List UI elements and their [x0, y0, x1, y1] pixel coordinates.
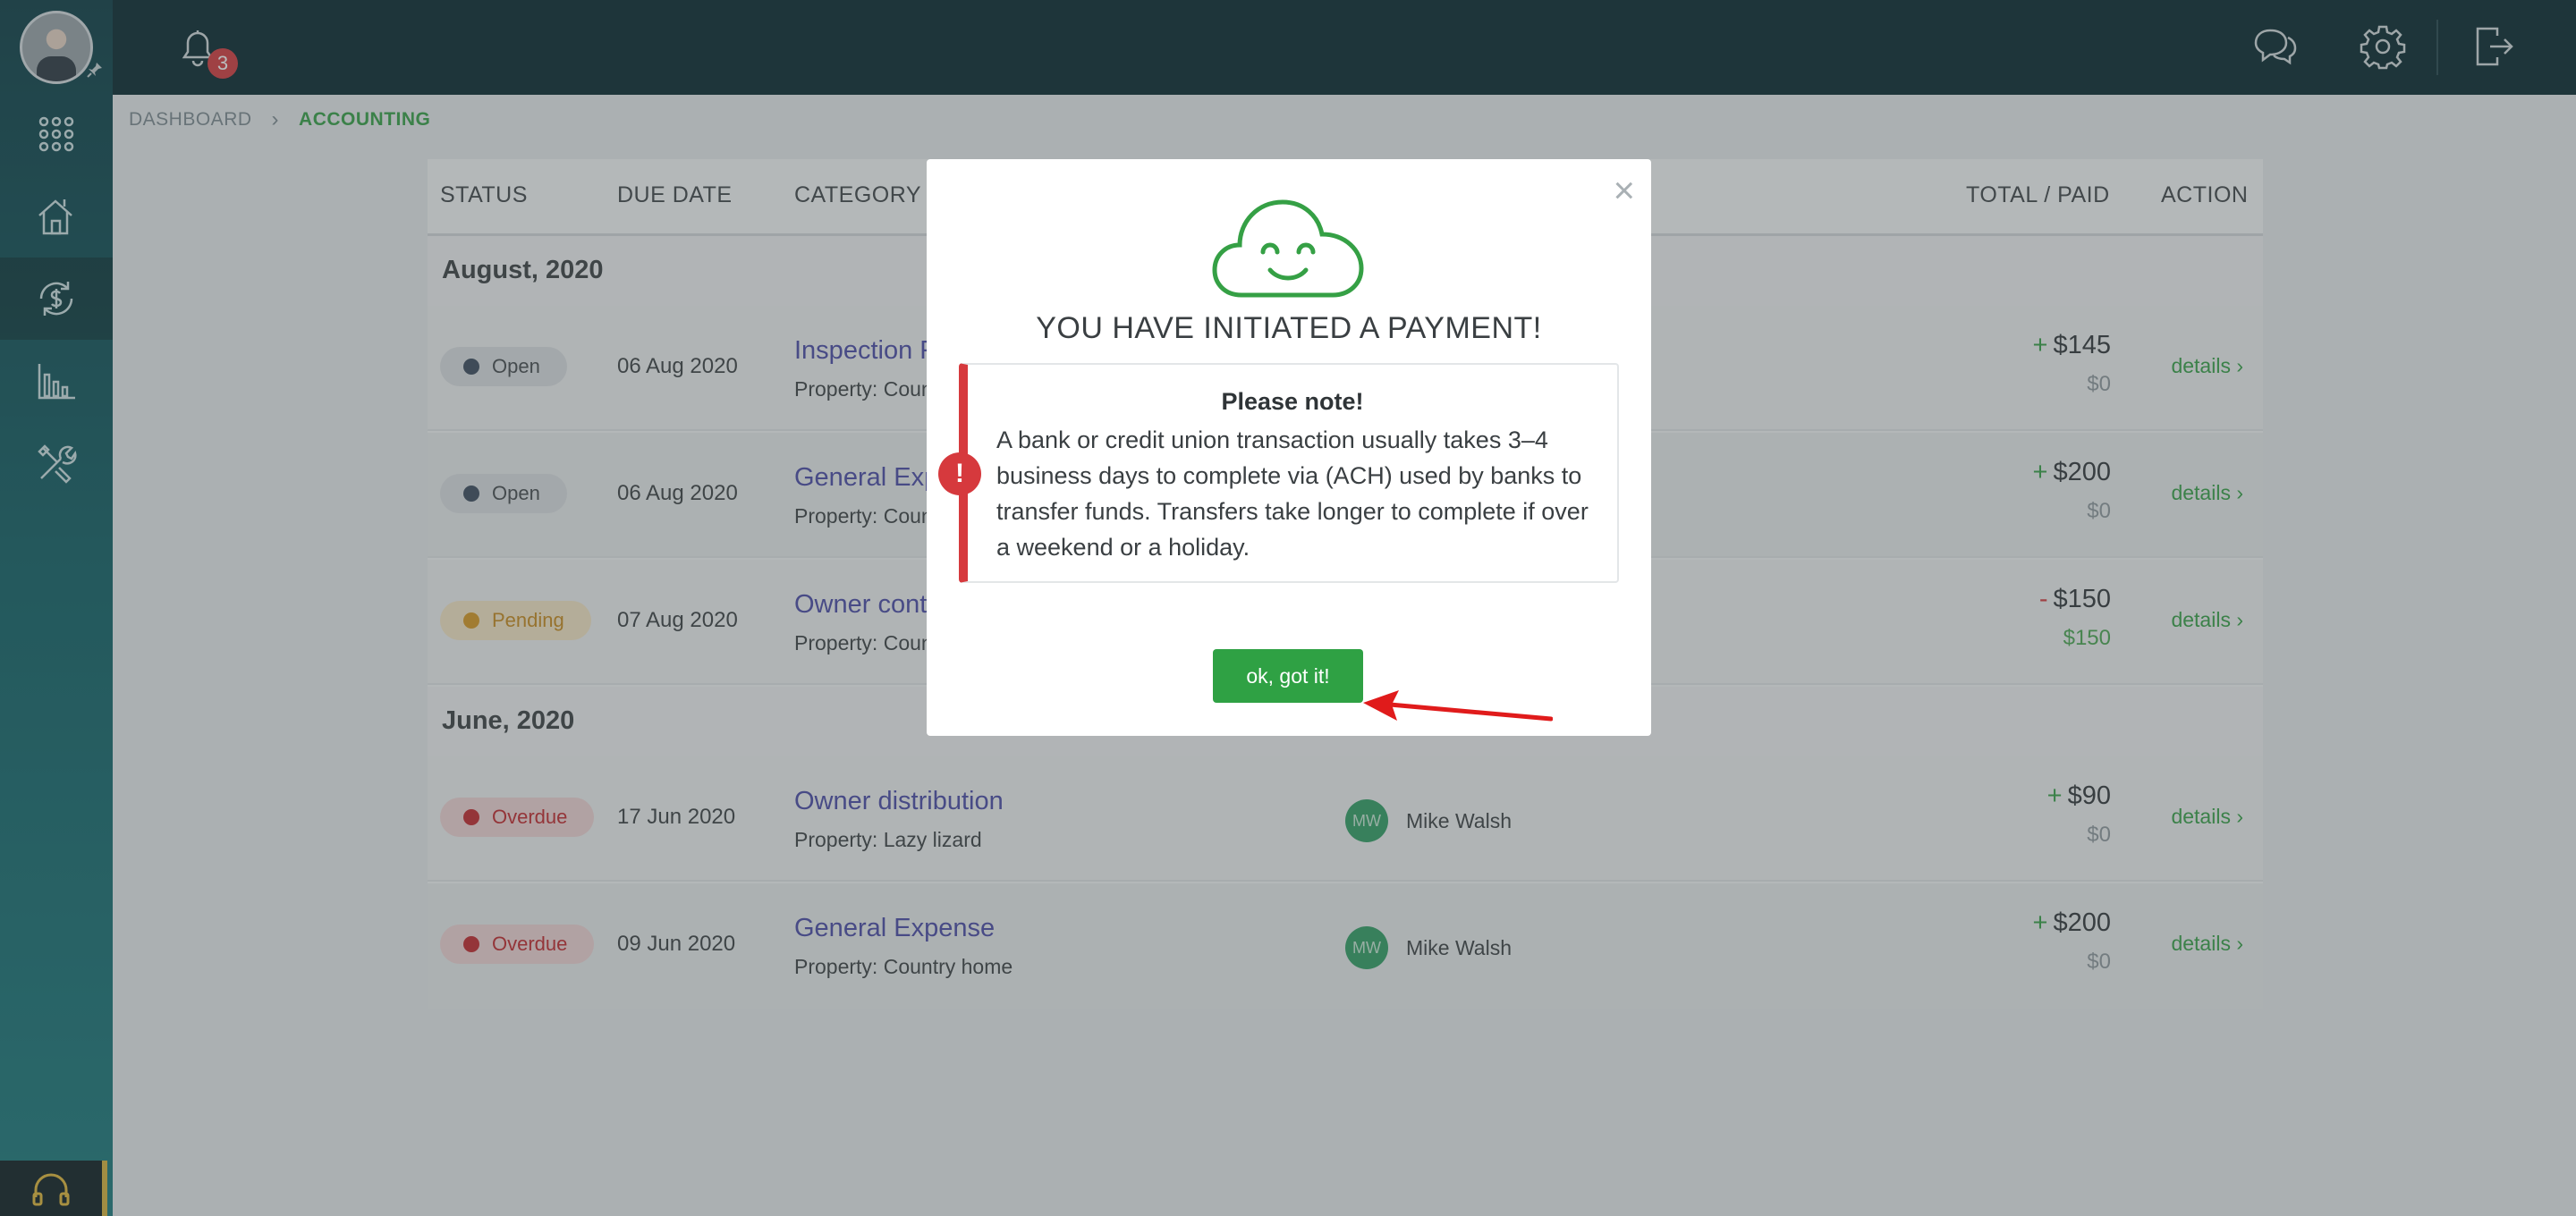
exclamation-icon: ! [938, 452, 981, 495]
note-box: ! Please note! A bank or credit union tr… [938, 363, 1619, 583]
ok-got-it-button[interactable]: ok, got it! [1213, 649, 1363, 703]
note-title: Please note! [1221, 388, 1364, 415]
close-icon[interactable]: × [1613, 172, 1635, 209]
modal-title: YOU HAVE INITIATED A PAYMENT! [1036, 311, 1542, 345]
payment-modal: × YOU HAVE INITIATED A PAYMENT! ! Please… [927, 159, 1651, 736]
arrow-annotation-icon [1363, 690, 1553, 722]
smiling-cloud-icon [1212, 199, 1364, 298]
note-text: A bank or credit union transaction usual… [996, 426, 1589, 561]
